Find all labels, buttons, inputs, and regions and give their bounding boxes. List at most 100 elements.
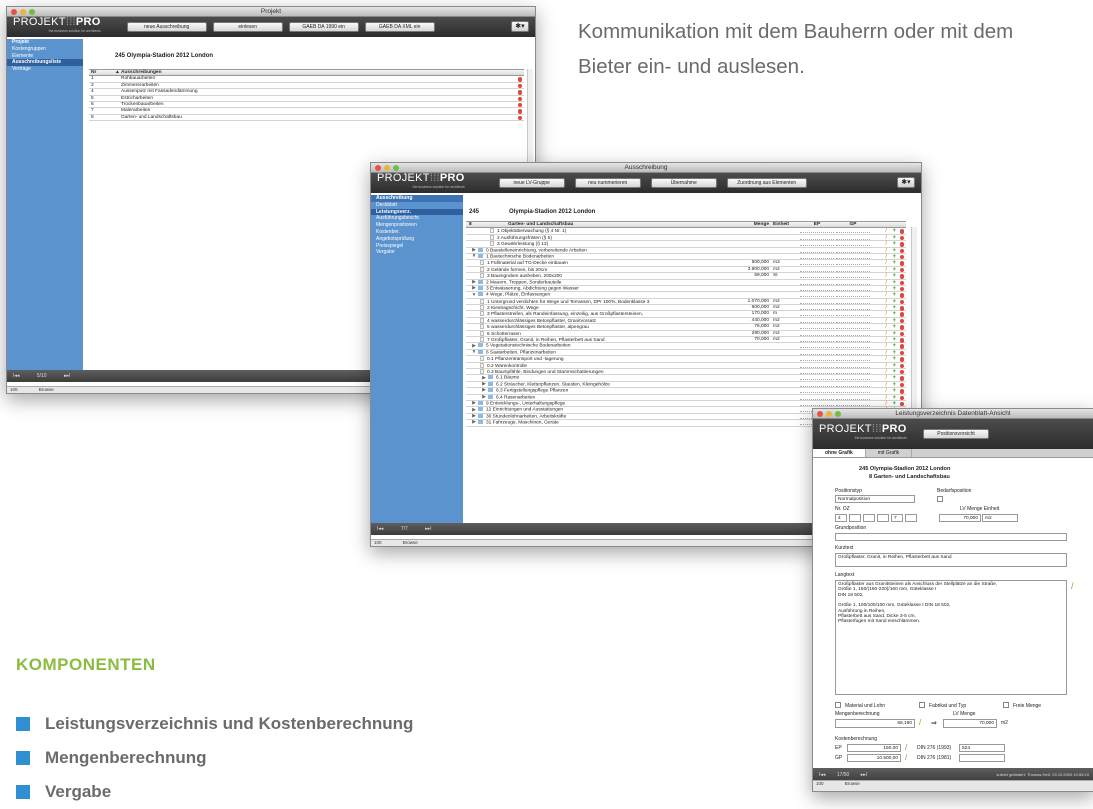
positionsvorsicht-button[interactable]: Positionsvorsicht bbox=[923, 429, 989, 439]
edit-pencil-icon[interactable]: / bbox=[885, 331, 887, 337]
row-ep-field[interactable] bbox=[800, 331, 834, 336]
add-icon[interactable]: + bbox=[892, 280, 896, 286]
delete-icon[interactable] bbox=[899, 325, 904, 330]
edit-pencil-icon[interactable]: / bbox=[885, 401, 887, 407]
add-icon[interactable]: + bbox=[892, 363, 896, 369]
zoom-level[interactable]: 100 bbox=[374, 540, 382, 545]
disclosure-open-icon[interactable]: ▼ bbox=[470, 350, 478, 355]
disclosure-open-icon[interactable]: ▼ bbox=[470, 293, 478, 298]
sidebar-item-leistungsverz[interactable]: Leistungsverz. bbox=[371, 208, 463, 216]
row-ep-field[interactable] bbox=[800, 350, 834, 355]
row-ep-field[interactable] bbox=[800, 292, 834, 298]
close-icon[interactable] bbox=[11, 9, 17, 15]
row-gp-field[interactable] bbox=[836, 331, 870, 336]
edit-pencil-icon[interactable]: / bbox=[885, 235, 887, 241]
delete-icon[interactable] bbox=[899, 261, 904, 266]
delete-icon[interactable] bbox=[899, 248, 904, 254]
disclosure-closed-icon[interactable]: ▶ bbox=[470, 248, 478, 253]
close-icon[interactable] bbox=[375, 165, 381, 171]
row-ep-field[interactable] bbox=[800, 235, 834, 240]
delete-icon[interactable] bbox=[899, 254, 904, 260]
disclosure-closed-icon[interactable]: ▶ bbox=[470, 420, 478, 425]
sidebar-item-kostengruppen[interactable]: Kostengruppen bbox=[7, 46, 83, 53]
row-gp-field[interactable] bbox=[836, 235, 870, 240]
next-record-button[interactable]: ▸▸I bbox=[64, 373, 70, 379]
disclosure-closed-icon[interactable]: ▶ bbox=[470, 344, 478, 349]
add-icon[interactable]: + bbox=[892, 228, 896, 234]
edit-pencil-icon[interactable]: / bbox=[885, 241, 887, 247]
uebernahme-button[interactable]: Übernahme bbox=[650, 178, 717, 188]
row-ep-field[interactable] bbox=[800, 337, 834, 343]
row-ep-field[interactable] bbox=[800, 286, 834, 291]
row-ep-field[interactable] bbox=[800, 248, 834, 253]
row-gp-field[interactable] bbox=[836, 356, 870, 362]
add-icon[interactable]: + bbox=[892, 382, 896, 388]
row-ep-field[interactable] bbox=[800, 299, 834, 304]
sidebar-item-deckblatt[interactable]: Deckblatt bbox=[371, 202, 463, 209]
einheit-field[interactable]: m2 bbox=[982, 514, 1018, 522]
mengenberechnung-field[interactable]: 68,190 bbox=[835, 719, 915, 728]
din1-field[interactable]: 524 bbox=[959, 744, 1005, 752]
disclosure-closed-icon[interactable]: ▶ bbox=[470, 286, 478, 291]
column-einheit[interactable]: Einheit bbox=[769, 222, 799, 227]
grundposition-field[interactable] bbox=[835, 533, 1067, 541]
mode-label[interactable]: Browse bbox=[403, 540, 418, 545]
row-gp-field[interactable] bbox=[836, 228, 870, 234]
delete-icon[interactable] bbox=[517, 96, 522, 102]
row-ep-field[interactable] bbox=[800, 305, 834, 311]
sidebar-item-vertraege[interactable]: Verträge bbox=[7, 66, 83, 73]
delete-icon[interactable] bbox=[517, 109, 522, 114]
delete-icon[interactable] bbox=[517, 115, 522, 121]
bedarf-checkbox[interactable] bbox=[937, 496, 943, 502]
edit-pencil-icon[interactable]: / bbox=[905, 743, 907, 752]
add-icon[interactable]: + bbox=[892, 331, 896, 337]
column-ausschreibungen[interactable]: Ausschreibungen bbox=[121, 70, 162, 75]
add-icon[interactable]: + bbox=[892, 318, 896, 324]
add-icon[interactable]: + bbox=[892, 286, 896, 292]
gaeb-1990-button[interactable]: GAEB DA 1990 ein bbox=[288, 22, 359, 32]
row-ep-field[interactable] bbox=[800, 311, 834, 317]
delete-icon[interactable] bbox=[899, 363, 904, 369]
edit-pencil-icon[interactable]: / bbox=[885, 337, 887, 343]
delete-icon[interactable] bbox=[899, 274, 904, 279]
edit-pencil-icon[interactable]: / bbox=[885, 260, 887, 266]
zoom-icon[interactable] bbox=[29, 9, 35, 15]
disclosure-closed-icon[interactable]: ▶ bbox=[470, 280, 478, 285]
next-record-button[interactable]: ▸▸I bbox=[861, 772, 867, 778]
disclosure-closed-icon[interactable]: ▶ bbox=[470, 408, 478, 413]
delete-icon[interactable] bbox=[517, 90, 522, 95]
delete-icon[interactable] bbox=[899, 306, 904, 311]
disclosure-closed-icon[interactable]: ▶ bbox=[480, 388, 488, 393]
add-icon[interactable]: + bbox=[892, 254, 896, 260]
row-ep-field[interactable] bbox=[800, 241, 834, 247]
row-gp-field[interactable] bbox=[836, 267, 870, 272]
add-icon[interactable]: + bbox=[892, 324, 896, 330]
langtext-field[interactable]: Großpflaster aus Granitsteinen als Ansch… bbox=[835, 580, 1067, 695]
sidebar-item-preisspiegel[interactable]: Preisspiegel bbox=[371, 243, 463, 250]
edit-pencil-icon[interactable]: / bbox=[885, 382, 887, 388]
positionstyp-field[interactable]: Normalposition bbox=[835, 495, 915, 503]
add-icon[interactable]: + bbox=[892, 311, 896, 317]
row-ep-field[interactable] bbox=[800, 318, 834, 323]
column-gp[interactable]: GP bbox=[835, 222, 871, 227]
edit-pencil-icon[interactable]: / bbox=[905, 753, 907, 762]
sidebar-item-mengenpositionen[interactable]: Mengenpositionen bbox=[371, 222, 463, 229]
neu-nummerieren-button[interactable]: neu nummerieren bbox=[574, 178, 641, 188]
neue-lv-gruppe-button[interactable]: neue LV-Gruppe bbox=[498, 178, 565, 188]
gear-icon[interactable]: ✱▾ bbox=[511, 21, 529, 32]
add-icon[interactable]: + bbox=[892, 305, 896, 311]
column-nr[interactable]: Nr bbox=[89, 70, 115, 75]
row-gp-field[interactable] bbox=[836, 369, 870, 374]
delete-icon[interactable] bbox=[517, 77, 522, 82]
row-gp-field[interactable] bbox=[836, 299, 870, 304]
sidebar-item-angebotspruefung[interactable]: Angebotsprüfung bbox=[371, 236, 463, 243]
edit-pencil-icon[interactable]: / bbox=[885, 324, 887, 330]
row-ep-field[interactable] bbox=[800, 369, 834, 374]
add-icon[interactable]: + bbox=[892, 292, 896, 298]
delete-icon[interactable] bbox=[899, 382, 904, 388]
edit-pencil-icon[interactable]: / bbox=[1071, 581, 1074, 591]
add-icon[interactable]: + bbox=[892, 337, 896, 343]
disclosure-open-icon[interactable]: ▼ bbox=[470, 254, 478, 259]
edit-pencil-icon[interactable]: / bbox=[885, 350, 887, 356]
sidebar-item-vergabe[interactable]: Vergabe bbox=[371, 249, 463, 256]
